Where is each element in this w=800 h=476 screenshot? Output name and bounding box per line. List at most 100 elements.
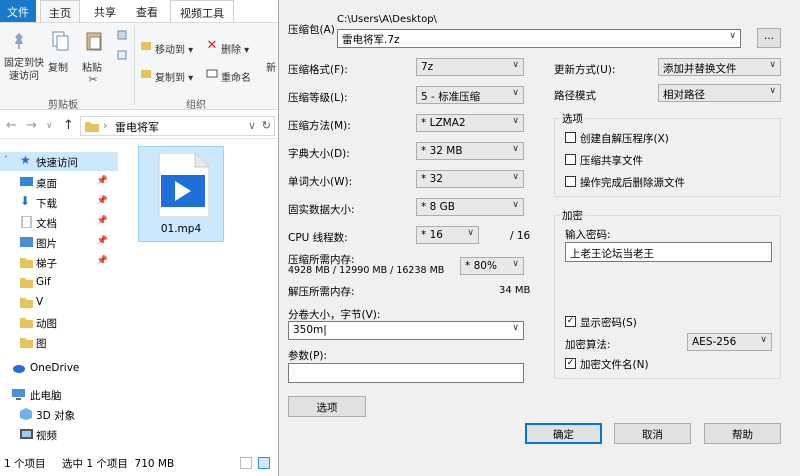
split-volume-label: 分卷大小，字节(V): bbox=[288, 309, 381, 321]
tab-file[interactable]: 文件 bbox=[0, 0, 36, 22]
back-arrow-icon[interactable]: ← bbox=[6, 118, 17, 133]
update-mode-select[interactable]: 添加并替换文件 ∨ bbox=[658, 58, 781, 76]
dictionary-select[interactable]: * 32 MB ∨ bbox=[416, 142, 524, 160]
breadcrumb-current[interactable]: 雷电将军 bbox=[115, 121, 159, 134]
star-icon: ★ bbox=[20, 153, 31, 167]
tab-share[interactable]: 共享 bbox=[88, 4, 122, 20]
word-size-select[interactable]: * 32 ∨ bbox=[416, 170, 524, 188]
address-field[interactable]: › 雷电将军 ∨ ↻ bbox=[80, 116, 275, 136]
copy-path-icon[interactable] bbox=[116, 49, 128, 61]
cancel-button[interactable]: 取消 bbox=[614, 423, 691, 444]
ribbon-tab-bar: 文件 主页 共享 查看 视频工具 bbox=[0, 0, 278, 23]
archive-label: 压缩包(A) bbox=[288, 24, 335, 36]
method-select[interactable]: * LZMA2 ∨ bbox=[416, 114, 524, 132]
copy-button[interactable]: 复制 bbox=[48, 59, 68, 74]
file-list: 01.mp4 bbox=[118, 140, 278, 450]
tab-home[interactable]: 主页 bbox=[40, 0, 80, 23]
rename-button[interactable]: 重命名 bbox=[221, 69, 251, 84]
dropdown-arrow-icon: ∨ bbox=[512, 88, 519, 98]
delete-after-checkbox[interactable] bbox=[565, 176, 576, 187]
copy-to-icon bbox=[140, 67, 152, 79]
organize-group-label: 组织 bbox=[186, 100, 206, 111]
format-label: 压缩格式(F): bbox=[288, 64, 348, 76]
up-arrow-icon[interactable]: ↑ bbox=[63, 118, 74, 133]
paste-icon bbox=[84, 29, 104, 53]
nav-folder-gif[interactable]: Gif bbox=[0, 273, 118, 292]
ribbon: 固定到快 速访问 复制 粘贴 ✂ 移动到 ▾ 复制到 ▾ ✕ 删除 ▾ 重命名 … bbox=[0, 22, 278, 110]
level-label: 压缩等级(L): bbox=[288, 92, 348, 104]
document-icon bbox=[21, 216, 32, 228]
dropdown-arrow-icon: ∨ bbox=[769, 60, 776, 70]
nav-folder-tu[interactable]: 图 bbox=[0, 333, 118, 352]
nav-quick-access[interactable]: ˅ ★ 快速访问 bbox=[0, 152, 118, 171]
nav-this-pc[interactable]: 此电脑 bbox=[0, 385, 118, 404]
cut-icon[interactable] bbox=[116, 29, 128, 41]
parameters-input[interactable] bbox=[288, 363, 524, 383]
tab-video-tools[interactable]: 视频工具 bbox=[170, 0, 234, 22]
copy-to-button[interactable]: 复制到 ▾ bbox=[155, 69, 193, 84]
show-password-checkbox[interactable]: ✓ bbox=[565, 316, 576, 327]
new-button-partial[interactable]: 新 bbox=[266, 59, 276, 74]
delete-button[interactable]: 删除 ▾ bbox=[221, 41, 249, 56]
path-mode-select[interactable]: 相对路径 ∨ bbox=[658, 84, 781, 102]
sfx-checkbox[interactable] bbox=[565, 132, 576, 143]
selection-info: 选中 1 个项目 710 MB bbox=[62, 458, 175, 470]
parameters-label: 参数(P): bbox=[288, 350, 328, 362]
password-input[interactable]: 上老王论坛当老王 bbox=[565, 242, 772, 262]
decompress-memory-value: 34 MB bbox=[499, 285, 531, 296]
path-mode-label: 路径模式 bbox=[554, 90, 596, 102]
nav-pictures[interactable]: 图片 📌 bbox=[0, 233, 118, 252]
large-icons-view-icon[interactable] bbox=[258, 457, 270, 469]
cube-icon bbox=[20, 408, 32, 420]
details-view-icon[interactable] bbox=[240, 457, 252, 469]
encryption-method-label: 加密算法: bbox=[565, 339, 611, 351]
level-select[interactable]: 5 - 标准压缩 ∨ bbox=[416, 86, 524, 104]
address-dropdown-icon[interactable]: ∨ bbox=[248, 119, 256, 132]
clipboard-group-label: 剪贴板 bbox=[48, 100, 78, 111]
dropdown-arrow-icon: ∨ bbox=[769, 86, 776, 96]
dropdown-arrow-icon: ∨ bbox=[512, 259, 519, 269]
options-button[interactable]: 选项 bbox=[288, 396, 366, 417]
tab-view[interactable]: 查看 bbox=[130, 4, 164, 20]
nav-downloads[interactable]: ⬇ 下载 📌 bbox=[0, 193, 118, 212]
browse-button[interactable]: ... bbox=[757, 28, 781, 48]
pin-icon: 📌 bbox=[96, 176, 108, 186]
encrypt-names-checkbox[interactable]: ✓ bbox=[565, 358, 576, 369]
nav-folder-v[interactable]: V bbox=[0, 293, 118, 312]
decompress-memory-label: 解压所需内存: bbox=[288, 286, 355, 298]
help-button[interactable]: 帮助 bbox=[704, 423, 781, 444]
format-select[interactable]: 7z ∨ bbox=[416, 58, 524, 76]
nav-folder-dongtu[interactable]: 动图 bbox=[0, 313, 118, 332]
shared-files-checkbox[interactable] bbox=[565, 154, 576, 165]
refresh-icon[interactable]: ↻ bbox=[262, 119, 271, 132]
nav-documents[interactable]: 文档 📌 bbox=[0, 213, 118, 232]
solid-size-select[interactable]: * 8 GB ∨ bbox=[416, 198, 524, 216]
pin-quick-access-button[interactable]: 固定到快 速访问 bbox=[2, 57, 46, 83]
pin-icon: 📌 bbox=[96, 256, 108, 266]
dropdown-arrow-icon: ∨ bbox=[760, 335, 767, 345]
dropdown-arrow-icon: ∨ bbox=[467, 228, 474, 238]
nav-desktop[interactable]: 桌面 📌 bbox=[0, 173, 118, 192]
dropdown-arrow-icon: ∨ bbox=[512, 323, 519, 333]
memory-percent-select[interactable]: * 80% ∨ bbox=[460, 257, 524, 275]
forward-arrow-icon[interactable]: → bbox=[26, 118, 37, 133]
dictionary-label: 字典大小(D): bbox=[288, 148, 350, 160]
move-to-button[interactable]: 移动到 ▾ bbox=[155, 41, 193, 56]
archive-name-combo[interactable]: 雷电将军.7z ∨ bbox=[337, 29, 741, 48]
nav-3d-objects[interactable]: 3D 对象 bbox=[0, 405, 118, 424]
pin-icon: 📌 bbox=[96, 196, 108, 206]
nav-folder-tizi[interactable]: 梯子 📌 bbox=[0, 253, 118, 272]
threads-max: / 16 bbox=[510, 230, 531, 242]
expand-chevron-icon[interactable]: ˅ bbox=[4, 155, 8, 164]
file-item[interactable]: 01.mp4 bbox=[138, 146, 224, 242]
nav-videos[interactable]: 视频 bbox=[0, 425, 118, 444]
split-volume-combo[interactable]: 350m| ∨ bbox=[288, 321, 524, 340]
copy-icon bbox=[50, 29, 70, 53]
ok-button[interactable]: 确定 bbox=[525, 423, 602, 444]
scissors-icon[interactable]: ✂ bbox=[87, 73, 99, 86]
folder-icon bbox=[20, 278, 33, 288]
encryption-method-select[interactable]: AES-256 ∨ bbox=[687, 333, 772, 351]
nav-onedrive[interactable]: OneDrive bbox=[0, 359, 118, 378]
recent-chevron-icon[interactable]: ∨ bbox=[46, 121, 53, 131]
threads-select[interactable]: * 16 ∨ bbox=[416, 226, 479, 244]
